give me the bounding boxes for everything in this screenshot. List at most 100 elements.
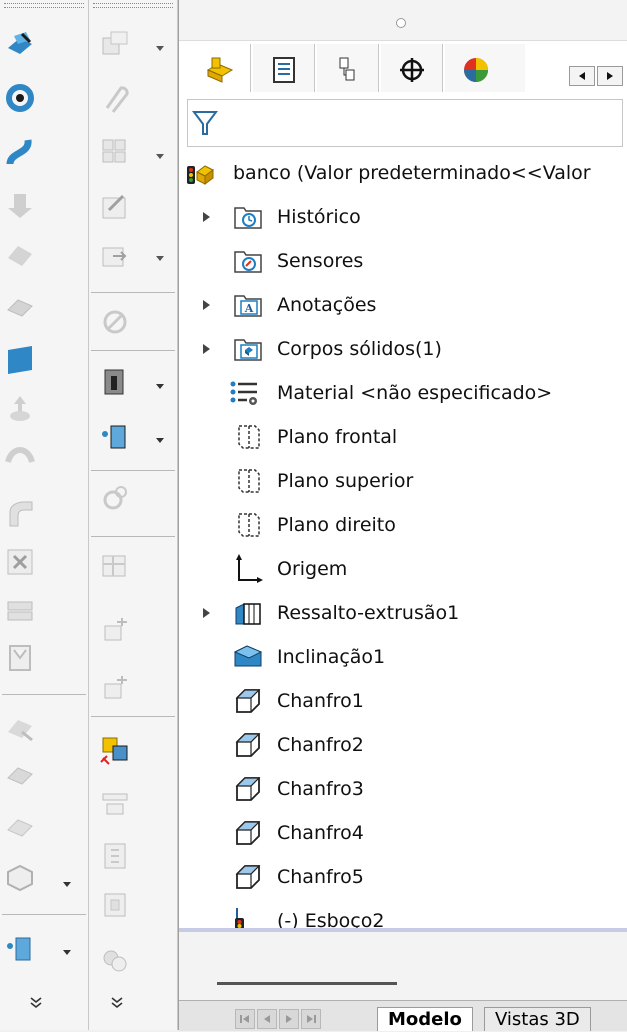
reference-geometry-button[interactable]: [4, 932, 36, 964]
chamfer-feature-icon: [233, 730, 263, 760]
tab-modelo[interactable]: Modelo: [377, 1007, 473, 1031]
tree-item-plano-direito[interactable]: Plano direito: [179, 506, 627, 542]
first-tab-button[interactable]: [235, 1009, 255, 1029]
tree-item-chanfro4[interactable]: Chanfro4: [179, 814, 627, 850]
curves-button[interactable]: [99, 482, 131, 514]
shell-button[interactable]: [4, 594, 36, 626]
tab-dimxpert-manager[interactable]: [381, 44, 443, 92]
revolved-boss-icon: [6, 84, 34, 112]
linear-pattern-dropdown[interactable]: [155, 44, 165, 52]
more-tools-button[interactable]: [109, 996, 125, 1010]
tab-scroll-left-button[interactable]: [569, 66, 595, 86]
tree-item-label: Inclinação1: [277, 646, 386, 668]
intersect-icon: [7, 864, 33, 892]
draft-feature-icon: [233, 642, 263, 672]
swept-boss-button[interactable]: [4, 136, 36, 168]
tree-filter[interactable]: [187, 99, 623, 147]
property-manager-icon: [273, 57, 295, 83]
chamfer-button[interactable]: [4, 760, 36, 792]
tree-item-historico[interactable]: Histórico: [179, 198, 627, 234]
tab-vistas-3d[interactable]: Vistas 3D: [484, 1007, 591, 1031]
next-tab-button[interactable]: [279, 1009, 299, 1029]
last-tab-button[interactable]: [301, 1009, 321, 1029]
prev-tab-button[interactable]: [257, 1009, 277, 1029]
swept-cut-icon: [9, 501, 33, 527]
fillet-button[interactable]: [4, 712, 36, 744]
sketch-ink-button[interactable]: [99, 672, 131, 704]
instant3d-dropdown[interactable]: [155, 382, 165, 390]
tree-root[interactable]: banco (Valor predeterminado<<Valor: [179, 154, 627, 190]
tree-item-origem[interactable]: Origem: [179, 550, 627, 586]
check-button[interactable]: [99, 944, 131, 976]
align-button[interactable]: [99, 788, 131, 820]
tree-item-label: Chanfro2: [277, 734, 364, 756]
panel-collapse-handle[interactable]: [396, 18, 406, 28]
design-table-button[interactable]: [99, 552, 131, 584]
tree-root-label: banco (Valor predeterminado<<Valor: [233, 162, 591, 184]
tab-display-manager[interactable]: [445, 44, 525, 92]
tree-item-plano-superior[interactable]: Plano superior: [179, 462, 627, 498]
expand-arrow-icon[interactable]: [202, 299, 211, 311]
toolbar-grip[interactable]: [93, 3, 173, 8]
tree-item-chanfro5[interactable]: Chanfro5: [179, 858, 627, 894]
intersect-button[interactable]: [4, 860, 36, 892]
pattern-table-dropdown[interactable]: [155, 152, 165, 160]
tab-scroll-right-button[interactable]: [597, 66, 623, 86]
draft-button[interactable]: [4, 810, 36, 842]
tab-configuration-manager[interactable]: [317, 44, 379, 92]
pattern-table-button[interactable]: [99, 136, 131, 168]
reference-plane-button[interactable]: [99, 420, 131, 452]
next-icon: [286, 1015, 292, 1023]
reference-geometry-dropdown[interactable]: [62, 948, 72, 956]
tree-item-chanfro1[interactable]: Chanfro1: [179, 682, 627, 718]
convert-entities-button[interactable]: [99, 240, 131, 272]
tree-item-ressalto-extrusao1[interactable]: Ressalto-extrusão1: [179, 594, 627, 630]
tree-item-sensores[interactable]: Sensores: [179, 242, 627, 278]
extruded-cut-button[interactable]: [4, 392, 36, 424]
tree-item-label: Ressalto-extrusão1: [277, 602, 460, 624]
expand-arrow-icon[interactable]: [202, 343, 211, 355]
rebuild-button[interactable]: [99, 306, 131, 338]
tree-item-plano-frontal[interactable]: Plano frontal: [179, 418, 627, 454]
lofted-boss-button[interactable]: [4, 190, 36, 222]
section-properties-button[interactable]: [99, 888, 131, 920]
tree-item-corpos-solidos[interactable]: Corpos sólidos(1): [179, 330, 627, 366]
tree-item-chanfro3[interactable]: Chanfro3: [179, 770, 627, 806]
mass-properties-button[interactable]: [99, 840, 131, 872]
expand-arrow-icon[interactable]: [202, 607, 211, 619]
wrap-button[interactable]: [4, 292, 36, 324]
extruded-boss-button[interactable]: [4, 28, 36, 60]
swept-cut-button[interactable]: [4, 498, 36, 530]
reference-plane-dropdown[interactable]: [155, 436, 165, 444]
hole-wizard-button[interactable]: [4, 546, 36, 578]
tab-feature-manager[interactable]: [189, 44, 251, 92]
tree-item-label: Plano direito: [277, 514, 396, 536]
boundary-boss-button[interactable]: [4, 240, 36, 272]
interference-detection-button[interactable]: [99, 734, 131, 766]
linear-pattern-button[interactable]: [99, 28, 131, 60]
tree-item-inclinacao1[interactable]: Inclinação1: [179, 638, 627, 674]
tree-item-material[interactable]: Material <não especificado>: [179, 374, 627, 410]
revolved-boss-button[interactable]: [4, 82, 36, 114]
tree-item-chanfro2[interactable]: Chanfro2: [179, 726, 627, 762]
tree-item-label: Plano frontal: [277, 426, 398, 448]
sketch-plane-button[interactable]: [4, 344, 36, 376]
chamfer-feature-icon: [233, 862, 263, 892]
horizontal-scrollbar-thumb[interactable]: [217, 982, 397, 985]
convert-entities-dropdown[interactable]: [155, 254, 165, 262]
first-icon: [240, 1015, 249, 1023]
revolved-cut-button[interactable]: [4, 440, 36, 472]
tree-item-label: Origem: [277, 558, 348, 580]
expand-arrow-icon[interactable]: [202, 211, 211, 223]
rib-button[interactable]: [4, 642, 36, 674]
more-tools-button[interactable]: [28, 996, 44, 1010]
toolbar-grip[interactable]: [4, 3, 84, 8]
tree-item-anotacoes[interactable]: A Anotações: [179, 286, 627, 322]
boundary-boss-icon: [8, 246, 32, 266]
instant3d-button[interactable]: [99, 366, 131, 398]
instant2d-button[interactable]: [99, 614, 131, 646]
mirror-button[interactable]: [99, 82, 131, 114]
sketch-picture-button[interactable]: [99, 190, 131, 222]
intersect-dropdown[interactable]: [62, 880, 72, 888]
tab-property-manager[interactable]: [253, 44, 315, 92]
